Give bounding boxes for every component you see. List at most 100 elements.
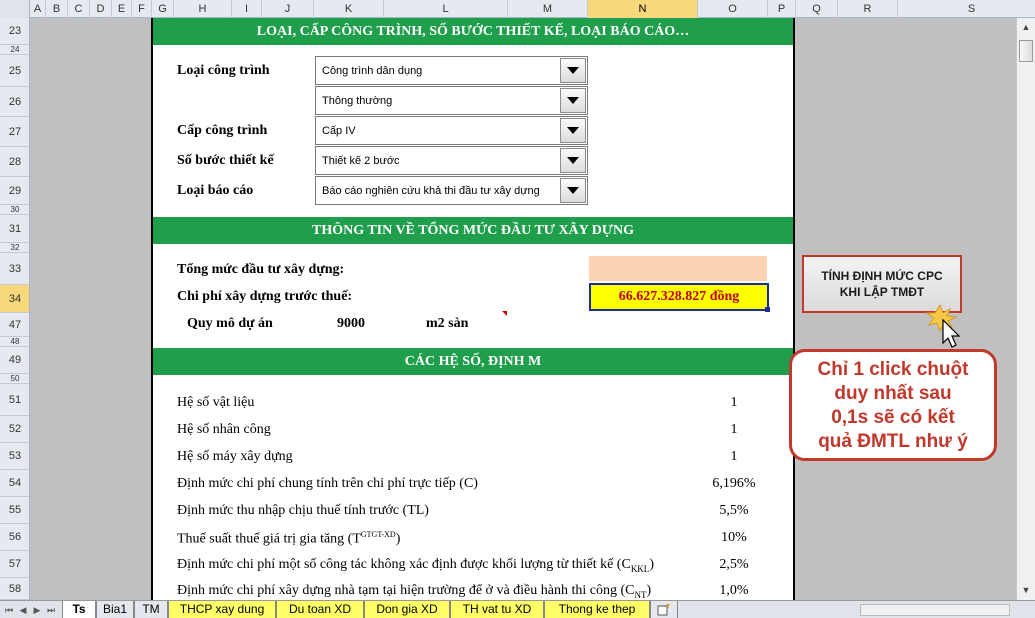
row-header[interactable]: 26 (0, 87, 29, 117)
row-header[interactable]: 52 (0, 416, 29, 443)
mouse-pointer-icon (926, 303, 961, 348)
cap-cong-trinh-dropdown[interactable]: Cấp IV (315, 116, 588, 145)
column-header-b[interactable]: B (46, 0, 68, 18)
dropdown-arrow-button[interactable] (560, 58, 586, 83)
he-so-value[interactable]: 1 (699, 422, 769, 438)
column-header-l[interactable]: L (384, 0, 508, 18)
tong-muc-dau-tu-cell[interactable] (589, 256, 767, 281)
dinh-muc-value[interactable]: 5,5% (699, 503, 769, 519)
row-header[interactable]: 23 (0, 18, 29, 45)
sheet-tab-ts[interactable]: Ts (62, 601, 96, 618)
label-text: Thuế suất thuế giá trị gia tăng (T (177, 531, 361, 547)
column-header-s[interactable]: S (898, 0, 1035, 18)
scroll-down-arrow-icon[interactable]: ▼ (1019, 583, 1033, 597)
row-header[interactable]: 53 (0, 443, 29, 470)
sheet-tab-bar: ⏮ ◀ ▶ ⏭ Ts Bia1 TM THCP xay dung Du toan… (0, 600, 1035, 618)
chevron-down-icon (567, 156, 579, 164)
column-header-p[interactable]: P (768, 0, 796, 18)
column-header-r[interactable]: R (838, 0, 898, 18)
row-header[interactable]: 24 (0, 45, 29, 55)
tong-muc-dau-tu-label: Tổng mức đầu tư xây dựng: (177, 262, 345, 277)
row-header[interactable]: 51 (0, 384, 29, 416)
row-header[interactable]: 33 (0, 253, 29, 285)
column-header-a[interactable]: A (30, 0, 46, 18)
thue-suat-value[interactable]: 10% (699, 530, 769, 546)
insert-sheet-icon[interactable] (650, 601, 678, 618)
sheet-tab-tm[interactable]: TM (134, 601, 168, 618)
sheet-panel: LOẠI, CẤP CÔNG TRÌNH, SỐ BƯỚC THIẾT KẾ, … (151, 18, 795, 600)
column-header-q[interactable]: Q (796, 0, 838, 18)
sheet-tab-th-vat-tu-xd[interactable]: TH vat tu XD (450, 601, 544, 618)
row-header[interactable]: 47 (0, 313, 29, 337)
horizontal-scrollbar[interactable] (860, 604, 1010, 616)
row-header[interactable]: 58 (0, 578, 29, 600)
scroll-up-arrow-icon[interactable]: ▲ (1019, 20, 1033, 34)
dinh-muc-value[interactable]: 2,5% (699, 557, 769, 573)
row-header[interactable]: 55 (0, 497, 29, 524)
column-header-i[interactable]: I (232, 0, 262, 18)
row-header[interactable]: 34 (0, 285, 29, 313)
sheet-tab-don-gia-xd[interactable]: Don gia XD (364, 601, 450, 618)
scrollbar-thumb[interactable] (1019, 40, 1033, 62)
sheet-tab-thcp-xay-dung[interactable]: THCP xay dung (168, 601, 276, 618)
dropdown-value: Công trình dân dụng (322, 64, 423, 77)
row-header[interactable]: 32 (0, 243, 29, 253)
label-tail: ) (395, 531, 401, 547)
dropdown-arrow-button[interactable] (560, 118, 586, 143)
sheet-tab-du-toan-xd[interactable]: Du toan XD (276, 601, 364, 618)
dropdown-arrow-button[interactable] (560, 148, 586, 173)
so-buoc-thiet-ke-dropdown[interactable]: Thiết kế 2 bước (315, 146, 588, 175)
row-header[interactable]: 54 (0, 470, 29, 497)
thue-suat-label: Thuế suất thuế giá trị gia tăng (TGTGT-X… (177, 530, 400, 548)
column-header-j[interactable]: J (262, 0, 314, 18)
row-header[interactable]: 25 (0, 55, 29, 87)
column-header-g[interactable]: G (152, 0, 174, 18)
chi-phi-xay-dung-value-cell[interactable]: 66.627.328.827 đồng (589, 283, 769, 311)
he-so-value[interactable]: 1 (699, 449, 769, 465)
select-all-corner[interactable] (0, 0, 30, 18)
column-header-c[interactable]: C (68, 0, 90, 18)
prev-sheet-icon[interactable]: ◀ (16, 602, 30, 618)
fill-handle[interactable] (765, 307, 770, 312)
row-header[interactable]: 48 (0, 337, 29, 347)
dinh-muc-value[interactable]: 6,196% (699, 476, 769, 492)
loai-cong-trinh-sub-dropdown[interactable]: Thông thường (315, 86, 588, 115)
column-header-h[interactable]: H (174, 0, 232, 18)
he-so-value[interactable]: 1 (699, 395, 769, 411)
row-header[interactable]: 27 (0, 117, 29, 147)
dinh-muc-value[interactable]: 1,0% (699, 583, 769, 599)
row-header[interactable]: 49 (0, 347, 29, 374)
row-header[interactable]: 28 (0, 147, 29, 177)
vertical-scrollbar[interactable]: ▲ ▼ (1016, 18, 1035, 600)
row-header[interactable]: 29 (0, 177, 29, 205)
column-header-k[interactable]: K (314, 0, 384, 18)
comment-indicator-icon[interactable] (502, 311, 507, 316)
quy-mo-du-an-value[interactable]: 9000 (337, 316, 365, 332)
column-header-m[interactable]: M (508, 0, 588, 18)
loai-cong-trinh-dropdown[interactable]: Công trình dân dụng (315, 56, 588, 85)
dropdown-arrow-button[interactable] (560, 88, 586, 113)
first-sheet-icon[interactable]: ⏮ (2, 602, 16, 618)
callout-line: quả ĐMTL như ý (818, 431, 968, 452)
sheet-tab-thong-ke-thep[interactable]: Thong ke thep (544, 601, 650, 618)
column-header-e[interactable]: E (112, 0, 132, 18)
row-header[interactable]: 50 (0, 374, 29, 384)
dropdown-value: Thông thường (322, 94, 393, 107)
callout-line: 0,1s sẽ có kết (831, 407, 955, 428)
row-header[interactable]: 31 (0, 215, 29, 243)
loai-bao-cao-label: Loại báo cáo (177, 183, 254, 198)
row-header[interactable]: 57 (0, 551, 29, 578)
loai-bao-cao-dropdown[interactable]: Báo cáo nghiên cứu khả thi đầu tư xây dự… (315, 176, 588, 205)
sheet-tab-bia1[interactable]: Bia1 (96, 601, 134, 618)
last-sheet-icon[interactable]: ⏭ (44, 602, 58, 618)
column-header-f[interactable]: F (132, 0, 152, 18)
row-header[interactable]: 30 (0, 205, 29, 215)
row-header[interactable]: 56 (0, 524, 29, 551)
column-header-d[interactable]: D (90, 0, 112, 18)
he-so-label: Hệ số vật liệu (177, 395, 255, 410)
next-sheet-icon[interactable]: ▶ (30, 602, 44, 618)
callout-line: Chỉ 1 click chuột (817, 359, 969, 380)
column-header-o[interactable]: O (698, 0, 768, 18)
dropdown-arrow-button[interactable] (560, 178, 586, 203)
column-header-n[interactable]: N (588, 0, 698, 18)
